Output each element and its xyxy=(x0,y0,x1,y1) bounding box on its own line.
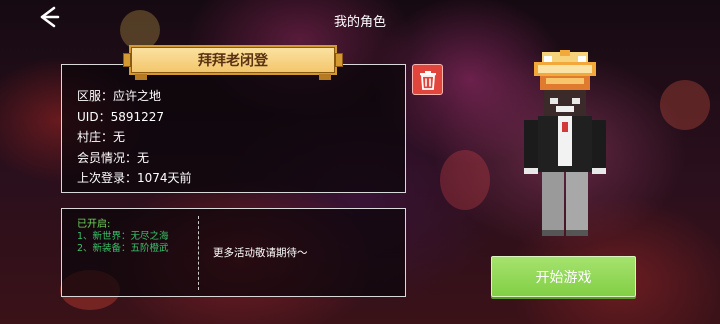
info-village: 村庄：无 xyxy=(77,130,126,144)
news-item: 2、新装备：五阶橙武 xyxy=(77,243,169,254)
banner-tab-left xyxy=(123,53,131,67)
news-item: 1、新世界：无尽之海 xyxy=(77,231,169,242)
page-title: 我的角色 xyxy=(333,15,386,30)
banner-tail-left xyxy=(135,74,147,80)
delete-character-button[interactable] xyxy=(412,64,443,95)
banner-tab-right xyxy=(335,53,343,67)
info-last-login: 上次登录：1074天前 xyxy=(77,171,192,185)
character-info-list: 区服：应许之地 UID：5891227 村庄：无 会员情况：无 上次登录：107… xyxy=(77,86,192,189)
news-opened-list: 已开启: 1、新世界：无尽之海 2、新装备：五阶橙武 xyxy=(77,219,169,255)
character-name: 拜拜老闭登 xyxy=(198,53,268,69)
start-game-button[interactable]: 开始游戏 xyxy=(491,256,636,297)
character-avatar xyxy=(524,50,606,236)
start-game-label: 开始游戏 xyxy=(535,269,592,286)
news-divider xyxy=(198,216,199,290)
trash-icon xyxy=(419,70,436,90)
coming-soon-text: 更多活动敬请期待～ xyxy=(213,247,308,259)
news-heading: 已开启: xyxy=(77,219,111,230)
character-name-banner: 拜拜老闭登 xyxy=(123,45,343,80)
banner-tail-right xyxy=(319,74,331,80)
info-uid: UID：5891227 xyxy=(77,109,165,124)
info-server: 区服：应许之地 xyxy=(77,89,162,103)
info-membership: 会员情况：无 xyxy=(77,150,150,165)
